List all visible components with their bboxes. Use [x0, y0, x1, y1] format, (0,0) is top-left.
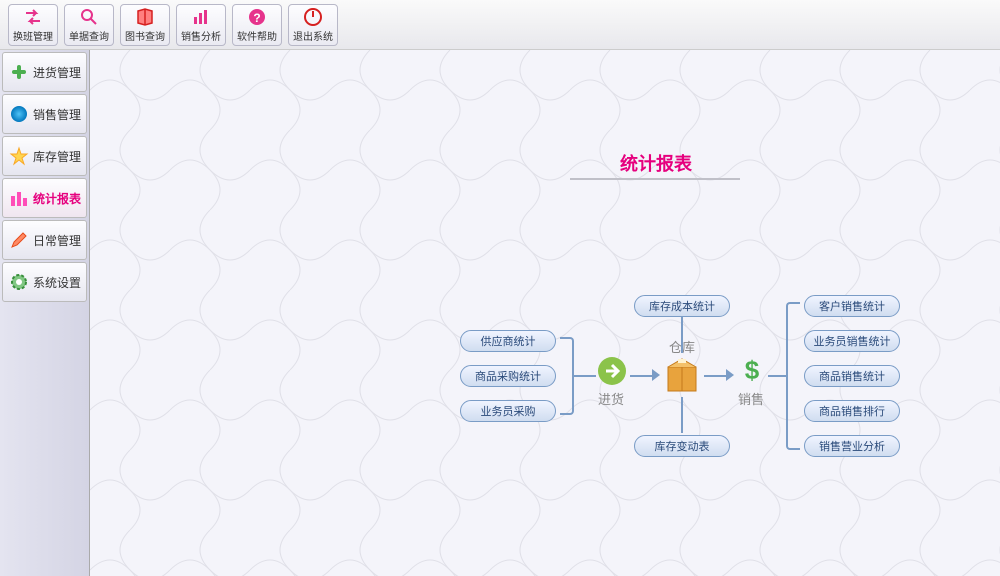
chart-icon	[191, 7, 211, 27]
sidebar-label: 进货管理	[33, 64, 81, 81]
node-product-sales[interactable]: 商品销售统计	[804, 365, 900, 387]
connector	[704, 375, 728, 377]
svg-text:?: ?	[253, 11, 260, 25]
sidebar-item-daily[interactable]: 日常管理	[2, 220, 87, 260]
tool-label: 图书查询	[125, 28, 165, 43]
plus-icon	[9, 62, 29, 82]
tool-label: 销售分析	[181, 28, 221, 43]
label-purchase: 进货	[598, 389, 624, 408]
node-salesman-sales[interactable]: 业务员销售统计	[804, 330, 900, 352]
node-product-purchase-stats[interactable]: 商品采购统计	[460, 365, 556, 387]
tool-sales-analysis[interactable]: 销售分析	[176, 4, 226, 46]
diagram: 供应商统计 商品采购统计 业务员采购 进货 仓库 库存成本统计 库存变动表 $	[460, 295, 980, 495]
label-sales: 销售	[738, 389, 764, 408]
node-supplier-stats[interactable]: 供应商统计	[460, 330, 556, 352]
swap-icon	[23, 7, 43, 27]
arrow-right-icon	[726, 369, 734, 381]
sidebar-item-purchase[interactable]: 进货管理	[2, 52, 87, 92]
book-icon	[135, 7, 155, 27]
tool-label: 单据查询	[69, 28, 109, 43]
star-icon	[9, 146, 29, 166]
main-area: 统计报表 供应商统计 商品采购统计 业务员采购 进货 仓库 库存成本统计 库存变…	[90, 50, 1000, 576]
exit-icon	[303, 7, 323, 27]
node-inventory-change[interactable]: 库存变动表	[634, 435, 730, 457]
sidebar-item-reports[interactable]: 统计报表	[2, 178, 87, 218]
bars-icon	[9, 188, 29, 208]
sidebar-item-inventory[interactable]: 库存管理	[2, 136, 87, 176]
sidebar: 进货管理 销售管理 库存管理 统计报表 日常管理 系统设置	[0, 50, 90, 576]
ball-icon	[9, 104, 29, 124]
search-icon	[79, 7, 99, 27]
sales-icon: $	[736, 355, 768, 387]
connector	[574, 375, 596, 377]
page-title: 统计报表	[620, 150, 692, 176]
node-product-rank[interactable]: 商品销售排行	[804, 400, 900, 422]
sidebar-label: 系统设置	[33, 274, 81, 291]
tool-label: 软件帮助	[237, 28, 277, 43]
sidebar-label: 库存管理	[33, 148, 81, 165]
node-salesman-purchase[interactable]: 业务员采购	[460, 400, 556, 422]
bracket-left	[560, 337, 574, 415]
gear-icon	[9, 272, 29, 292]
tool-help[interactable]: ? 软件帮助	[232, 4, 282, 46]
arrow-right-icon	[652, 369, 660, 381]
connector	[681, 397, 683, 433]
sidebar-label: 销售管理	[33, 106, 81, 123]
node-customer-sales[interactable]: 客户销售统计	[804, 295, 900, 317]
sidebar-label: 日常管理	[33, 232, 81, 249]
node-sales-business[interactable]: 销售营业分析	[804, 435, 900, 457]
svg-text:$: $	[745, 355, 760, 385]
connector	[630, 375, 654, 377]
tool-exit[interactable]: 退出系统	[288, 4, 338, 46]
connector	[681, 317, 683, 353]
tool-book-search[interactable]: 图书查询	[120, 4, 170, 46]
tool-label: 退出系统	[293, 28, 333, 43]
connector	[768, 375, 786, 377]
toolbar: 换班管理 单据查询 图书查询 销售分析 ? 软件帮助 退出系统	[0, 0, 1000, 50]
bracket-right	[786, 302, 800, 450]
pencil-icon	[9, 230, 29, 250]
sidebar-item-settings[interactable]: 系统设置	[2, 262, 87, 302]
tool-label: 换班管理	[13, 28, 53, 43]
warehouse-icon	[662, 355, 702, 395]
sidebar-item-sales[interactable]: 销售管理	[2, 94, 87, 134]
tool-search-doc[interactable]: 单据查询	[64, 4, 114, 46]
node-inventory-cost[interactable]: 库存成本统计	[634, 295, 730, 317]
help-icon: ?	[247, 7, 267, 27]
title-underline	[570, 178, 740, 180]
sidebar-label: 统计报表	[33, 190, 81, 207]
purchase-icon	[596, 355, 628, 387]
tool-swap[interactable]: 换班管理	[8, 4, 58, 46]
